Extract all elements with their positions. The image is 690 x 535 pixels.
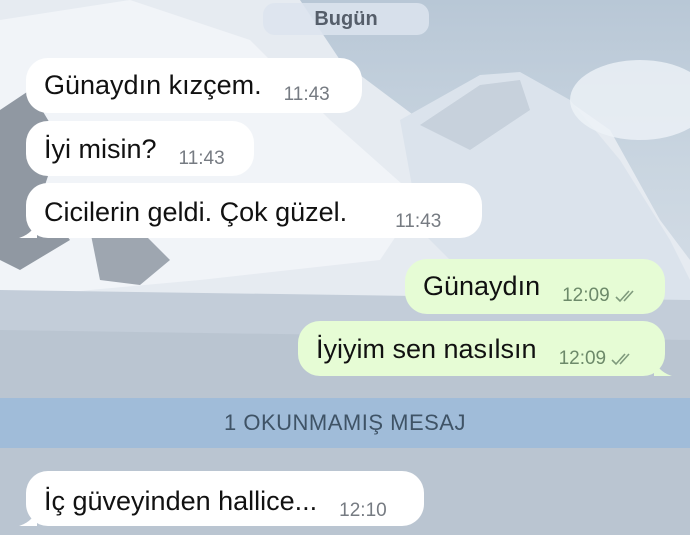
message-bubble-outgoing[interactable]: Günaydın 12:09: [405, 259, 665, 314]
message-bubble-incoming[interactable]: Günaydın kızçem. 11:43: [26, 58, 362, 113]
message-meta: 12:09: [559, 348, 639, 370]
double-check-icon: [611, 353, 630, 366]
message-text: İyiyim sen nasılsın: [316, 334, 537, 364]
message-text: Günaydın: [423, 271, 541, 301]
message-time: 11:43: [283, 84, 330, 105]
message-meta: 12:09: [562, 285, 642, 307]
unread-separator-label: 1 OKUNMAMIŞ MESAJ: [224, 410, 466, 435]
date-separator: Bugün: [263, 3, 429, 35]
message-time: 11:43: [178, 148, 225, 169]
message-text: Cicilerin geldi. Çok güzel.: [44, 197, 348, 227]
bubble-tail: [19, 222, 37, 238]
message-time: 12:10: [339, 500, 387, 521]
double-check-icon: [615, 290, 634, 303]
message-text: İç güveyinden hallice...: [44, 486, 318, 516]
unread-messages-separator: 1 OKUNMAMIŞ MESAJ: [0, 398, 690, 448]
message-text: Günaydın kızçem.: [44, 70, 262, 100]
message-bubble-incoming[interactable]: Cicilerin geldi. Çok güzel. 11:43: [19, 183, 482, 238]
message-bubble-incoming[interactable]: İç güveyinden hallice... 12:10: [19, 471, 424, 526]
message-bubble-outgoing[interactable]: İyiyim sen nasılsın 12:09: [298, 321, 672, 376]
message-text: İyi misin?: [44, 134, 157, 164]
bubble-tail: [654, 360, 672, 376]
date-separator-label: Bugün: [314, 7, 378, 30]
bubble-tail: [19, 510, 37, 526]
message-time: 11:43: [395, 211, 442, 232]
message-time: 12:09: [558, 348, 607, 369]
message-bubble-incoming[interactable]: İyi misin? 11:43: [26, 121, 254, 176]
message-time: 12:09: [562, 285, 610, 306]
